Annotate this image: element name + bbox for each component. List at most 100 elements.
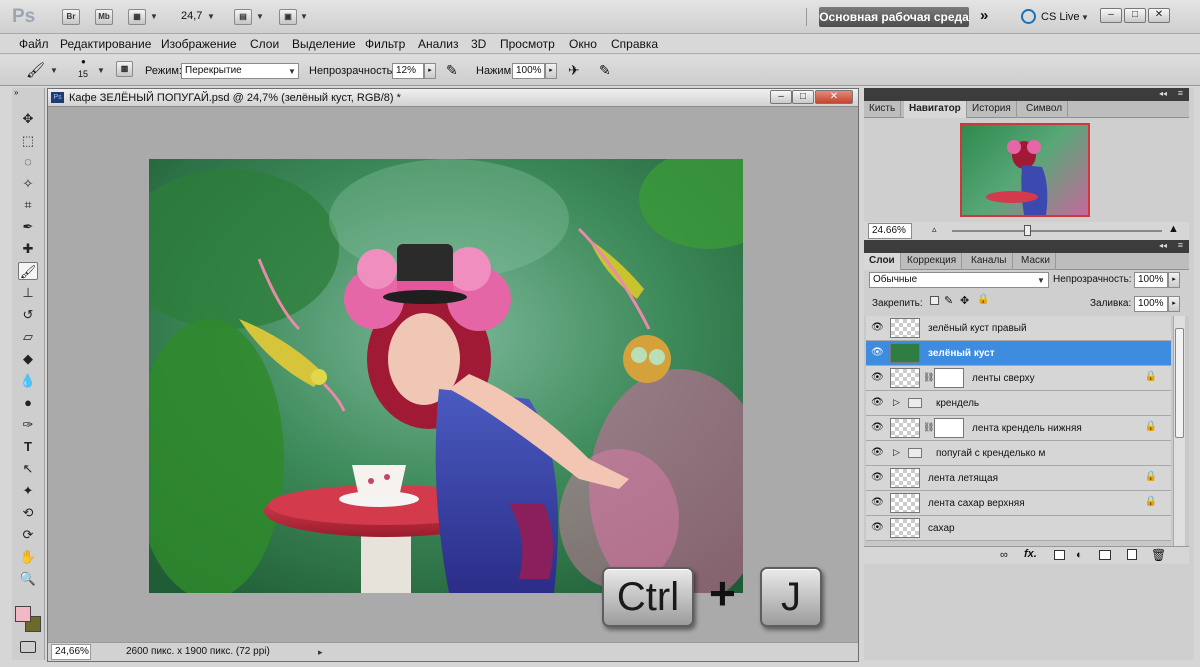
path-select-tool-icon[interactable]: ↖ (18, 460, 38, 478)
visibility-eye-icon[interactable]: 👁 (871, 472, 884, 483)
brush-tool-preset-icon[interactable]: 🖌 (26, 61, 45, 79)
view-extras-button[interactable]: ▦ (128, 9, 146, 25)
fill-slider-button[interactable]: ▸ (1168, 296, 1180, 312)
close-button[interactable]: ✕ (1148, 8, 1170, 23)
type-tool-icon[interactable]: T (18, 438, 38, 456)
menu-edit[interactable]: Редактирование (60, 37, 151, 51)
layer-thumbnail[interactable] (890, 418, 920, 438)
crop-tool-icon[interactable]: ⌗ (18, 196, 38, 214)
layer-style-icon[interactable]: fx. (1024, 548, 1037, 560)
eyedropper-tool-icon[interactable]: ✒ (18, 218, 38, 236)
tab-navigator[interactable]: Навигатор (904, 101, 967, 118)
layer-row[interactable]: 👁 сахар (866, 516, 1171, 541)
layer-thumbnail[interactable] (890, 318, 920, 338)
fill-input[interactable]: 100% (1134, 296, 1168, 312)
shape-tool-icon[interactable]: ✦ (18, 482, 38, 500)
panel-collapse-icon[interactable]: ◂◂ (1159, 241, 1167, 250)
tablet-opacity-icon[interactable]: ✎ (446, 62, 458, 79)
flow-slider-button[interactable]: ▸ (545, 63, 557, 79)
flow-input[interactable]: 100% (512, 63, 545, 79)
opacity-input[interactable]: 12% (392, 63, 424, 79)
eraser-tool-icon[interactable]: ▱ (18, 328, 38, 346)
menu-image[interactable]: Изображение (161, 37, 237, 51)
clone-stamp-tool-icon[interactable]: ⊥ (18, 284, 38, 302)
layer-row[interactable]: 👁 ⛓ ленты сверху 🔒 (866, 366, 1171, 391)
hand-tool-icon[interactable]: ✋ (18, 548, 38, 566)
document-tab[interactable]: Ps Кафе ЗЕЛЁНЫЙ ПОПУГАЙ.psd @ 24,7% (зел… (48, 89, 858, 107)
chevron-down-icon[interactable]: ▼ (1081, 13, 1089, 22)
quick-select-tool-icon[interactable]: ✧ (18, 175, 38, 193)
layer-mask-thumbnail[interactable] (934, 368, 964, 388)
layer-thumbnail[interactable] (890, 343, 920, 363)
menu-file[interactable]: Файл (19, 37, 49, 51)
chevron-down-icon[interactable]: ▼ (50, 66, 58, 75)
expand-group-icon[interactable]: ▷ (893, 447, 900, 458)
layer-row[interactable]: 👁 зелёный куст (866, 341, 1171, 366)
doc-zoom-field[interactable]: 24,66% (51, 644, 91, 660)
cslive-button[interactable]: CS Live (1041, 11, 1080, 23)
layer-thumbnail[interactable] (890, 368, 920, 388)
zoom-slider-track[interactable] (952, 230, 1162, 232)
tab-character[interactable]: Символ (1021, 101, 1069, 118)
lock-position-icon[interactable]: ✥ (960, 294, 969, 307)
menu-analysis[interactable]: Анализ (418, 37, 459, 51)
zoom-slider-thumb[interactable] (1024, 225, 1031, 236)
collapse-icon[interactable]: » (14, 88, 18, 97)
lasso-tool-icon[interactable]: ◌ (18, 153, 38, 171)
layer-row[interactable]: 👁 ⛓ лента крендель нижняя 🔒 (866, 416, 1171, 441)
minibridge-button[interactable]: Mb (95, 9, 113, 25)
quick-mask-icon[interactable] (20, 641, 36, 653)
visibility-eye-icon[interactable]: 👁 (871, 397, 884, 408)
visibility-eye-icon[interactable]: 👁 (871, 497, 884, 508)
new-group-icon[interactable] (1099, 550, 1111, 560)
navigator-zoom-field[interactable]: 24.66% (868, 223, 912, 239)
blur-tool-icon[interactable]: 💧 (18, 372, 38, 390)
layer-thumbnail[interactable] (890, 468, 920, 488)
menu-select[interactable]: Выделение (292, 37, 356, 51)
layer-mask-thumbnail[interactable] (934, 418, 964, 438)
layers-scrollbar[interactable] (1173, 316, 1185, 546)
menu-layers[interactable]: Слои (250, 37, 279, 51)
chevron-down-icon[interactable]: ▼ (97, 66, 105, 75)
zoom-in-icon[interactable]: ▲ (1168, 223, 1179, 235)
3d-rotate-tool-icon[interactable]: ⟲ (18, 504, 38, 522)
doc-minimize-button[interactable]: – (770, 90, 792, 104)
screen-mode-button[interactable]: ▣ (279, 9, 297, 25)
brush-size[interactable]: 15 (78, 69, 88, 79)
chevron-down-icon[interactable]: ▼ (150, 12, 158, 21)
zoom-out-icon[interactable]: ▵ (932, 224, 937, 235)
lock-all-icon[interactable]: 🔒 (977, 294, 989, 305)
history-brush-tool-icon[interactable]: ↺ (18, 306, 38, 324)
menu-help[interactable]: Справка (611, 37, 658, 51)
add-mask-icon[interactable] (1054, 550, 1065, 560)
menu-view[interactable]: Просмотр (500, 37, 555, 51)
tab-adjustments[interactable]: Коррекция (902, 253, 963, 270)
brush-tool-icon[interactable]: 🖌 (18, 262, 38, 280)
tab-masks[interactable]: Маски (1016, 253, 1056, 270)
panel-menu-icon[interactable]: ≡ (1178, 88, 1183, 98)
marquee-tool-icon[interactable]: ⬚ (18, 132, 38, 150)
pen-tool-icon[interactable]: ✑ (18, 416, 38, 434)
layer-opacity-slider-button[interactable]: ▸ (1168, 272, 1180, 288)
status-menu-arrow-icon[interactable]: ▸ (318, 647, 323, 658)
menu-filter[interactable]: Фильтр (365, 37, 405, 51)
minimize-button[interactable]: – (1100, 8, 1122, 23)
tab-channels[interactable]: Каналы (966, 253, 1013, 270)
visibility-eye-icon[interactable]: 👁 (871, 447, 884, 458)
visibility-eye-icon[interactable]: 👁 (871, 422, 884, 433)
brush-panel-button[interactable]: ▩ (116, 61, 133, 77)
layer-group-row[interactable]: 👁 ▷ попугай с кренделько м (866, 441, 1171, 466)
arrange-documents-button[interactable]: ▤ (234, 9, 252, 25)
image-canvas[interactable] (149, 159, 743, 593)
menu-3d[interactable]: 3D (471, 37, 486, 51)
opacity-slider-button[interactable]: ▸ (424, 63, 436, 79)
adjustment-layer-icon[interactable]: ◐ (1076, 549, 1083, 561)
doc-maximize-button[interactable]: □ (792, 90, 814, 104)
visibility-eye-icon[interactable]: 👁 (871, 347, 884, 358)
more-workspaces-icon[interactable]: » (980, 7, 988, 24)
visibility-eye-icon[interactable]: 👁 (871, 322, 884, 333)
mode-select[interactable]: Перекрытие (181, 63, 299, 79)
layer-row[interactable]: 👁 зелёный куст правый (866, 316, 1171, 341)
menu-window[interactable]: Окно (569, 37, 597, 51)
chevron-down-icon[interactable]: ▼ (207, 12, 215, 21)
